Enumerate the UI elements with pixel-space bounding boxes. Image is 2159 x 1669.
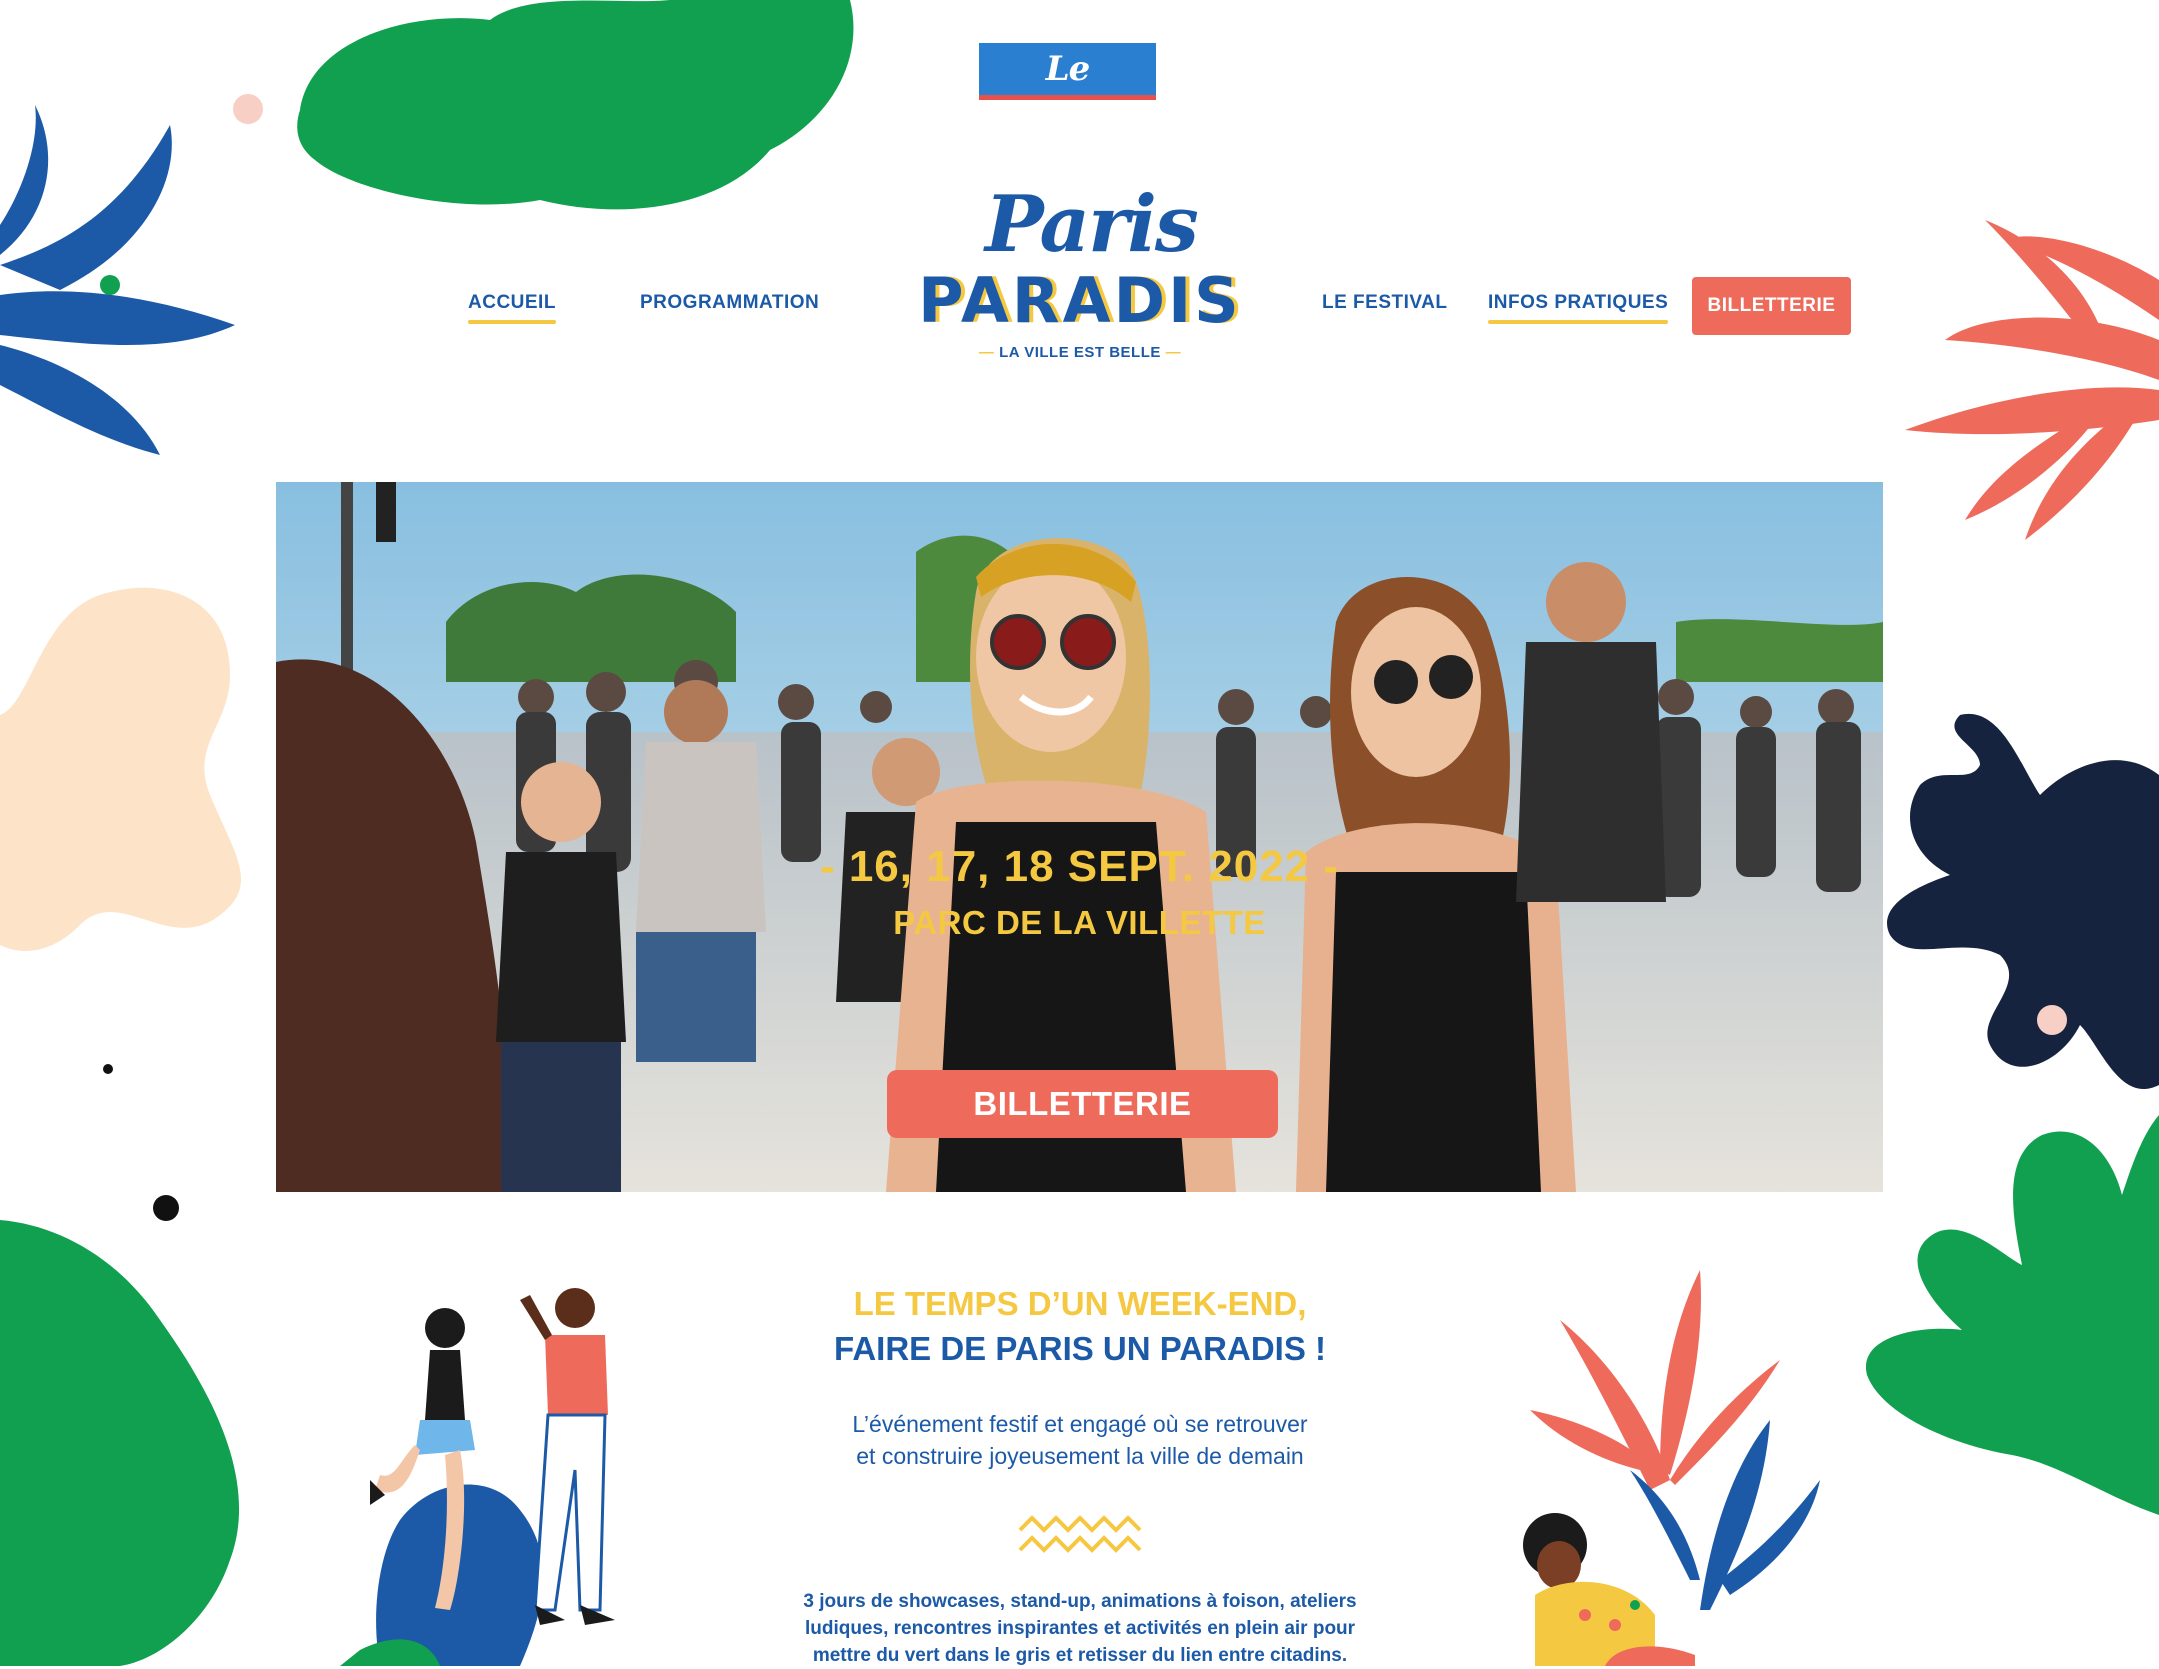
festival-venue: PARC DE LA VILLETTE	[893, 904, 1266, 941]
brand-script-text[interactable]: Paris	[985, 180, 1199, 270]
tagline-text: LA VILLE EST BELLE	[999, 344, 1161, 361]
intro-text: L’événement festif et engagé où se retro…	[760, 1408, 1400, 1472]
festival-dates: - 16, 17, 18 SEPT. 2022 -	[819, 842, 1340, 891]
intro-line: et construire joyeusement la ville de de…	[856, 1443, 1304, 1469]
peach-blob-left-decoration	[0, 587, 242, 951]
brand-tagline: — LA VILLE EST BELLE —	[978, 344, 1182, 361]
intro-line: L’événement festif et engagé où se retro…	[852, 1411, 1308, 1437]
dancers-illustration	[340, 1288, 615, 1666]
dot-decoration	[233, 94, 263, 124]
green-blob-top-decoration	[297, 0, 854, 210]
brand-logo-text[interactable]: PARADIS	[915, 268, 1245, 334]
description-line: 3 jours de showcases, stand-up, animatio…	[803, 1591, 1357, 1612]
coral-leaf-right-decoration	[1905, 220, 2159, 540]
description-line: mettre du vert dans le gris et retisser …	[812, 1645, 1348, 1666]
person-illustration	[1523, 1513, 1695, 1666]
billetterie-hero-button[interactable]: BILLETTERIE	[887, 1070, 1278, 1138]
green-leaf-right-decoration	[1865, 1115, 2159, 1515]
nav-item-infos-pratiques[interactable]: INFOS PRATIQUES	[1488, 292, 1669, 332]
headline-line-2: FAIRE DE PARIS UN PARADIS !	[834, 1330, 1326, 1367]
description-text: 3 jours de showcases, stand-up, animatio…	[760, 1588, 1400, 1669]
hero-banner: - 16, 17, 18 SEPT. 2022 - PARC DE LA VIL…	[276, 482, 1883, 1192]
navy-coral-shape-right-decoration	[1887, 713, 2159, 1090]
nav-item-programmation[interactable]: PROGRAMMATION	[640, 292, 819, 332]
nav-item-le-festival[interactable]: LE FESTIVAL	[1322, 292, 1447, 332]
headline-line-1: LE TEMPS D’UN WEEK-END,	[853, 1285, 1307, 1322]
le-parisien-logo[interactable]: Le Parisien	[979, 43, 1156, 141]
pink-dot-decoration	[2037, 1005, 2067, 1035]
description-line: ludiques, rencontres inspirantes et acti…	[804, 1618, 1356, 1639]
blue-leaf-left-decoration	[0, 105, 235, 455]
black-dot-decoration	[103, 1064, 113, 1074]
billetterie-nav-button[interactable]: BILLETTERIE	[1692, 277, 1851, 335]
green-leaf-bottom-left-decoration	[0, 1220, 240, 1666]
nav-item-accueil[interactable]: ACCUEIL	[468, 292, 556, 332]
zigzag-divider-icon	[1018, 1515, 1142, 1553]
